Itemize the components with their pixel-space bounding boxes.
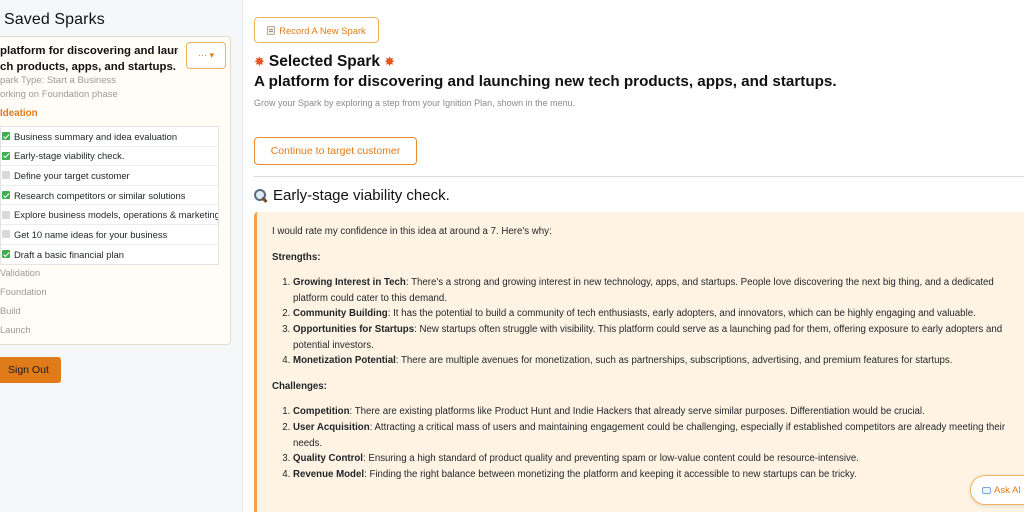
- phase-foundation[interactable]: Foundation: [0, 287, 47, 297]
- strengths-label: Strengths:: [272, 251, 321, 263]
- step-heading: Early-stage viability check.: [254, 187, 450, 204]
- phase-ideation[interactable]: Ideation: [0, 108, 38, 119]
- challenges-list: Competition: There are existing platform…: [293, 404, 1024, 482]
- spark-subtitle: Grow your Spark by exploring a step from…: [254, 98, 576, 108]
- strengths-list: Growing Interest in Tech: There's a stro…: [293, 275, 1024, 369]
- ai-response-panel: I would rate my confidence in this idea …: [254, 212, 1024, 512]
- chat-bubble-icon: [982, 486, 991, 494]
- saved-spark-card[interactable]: platform for discovering and launching n…: [0, 36, 231, 345]
- list-item: Monetization Potential: There are multip…: [293, 353, 1024, 369]
- list-item: User Acquisition: Attracting a critical …: [293, 420, 1024, 451]
- step-item-business-summary[interactable]: Business summary and idea evaluation: [1, 127, 218, 147]
- checkmark-icon: [2, 250, 10, 259]
- list-item: Growing Interest in Tech: There's a stro…: [293, 275, 1024, 306]
- sidebar: Saved Sparks platform for discovering an…: [0, 0, 243, 512]
- spark-title: A platform for discovering and launching…: [254, 73, 837, 90]
- step-label: Explore business models, operations & ma…: [14, 209, 218, 221]
- record-new-spark-button[interactable]: Record A New Spark: [254, 17, 379, 43]
- challenges-label: Challenges:: [272, 380, 327, 392]
- ai-response-text: I would rate my confidence in this idea …: [272, 224, 1024, 492]
- step-item-financial-plan[interactable]: Draft a basic financial plan: [1, 245, 218, 265]
- list-item: Revenue Model: Finding the right balance…: [293, 467, 1024, 483]
- step-label: Get 10 name ideas for your business: [14, 228, 168, 240]
- ideation-steps-list: Business summary and idea evaluation Ear…: [0, 126, 219, 266]
- step-heading-text: Early-stage viability check.: [273, 187, 450, 204]
- collision-icon: ✸: [254, 54, 265, 69]
- spark-options-button[interactable]: ··· ▾: [186, 42, 226, 69]
- phase-validation[interactable]: Validation: [0, 268, 40, 278]
- step-item-business-models[interactable]: Explore business models, operations & ma…: [1, 205, 218, 225]
- memo-icon: [267, 25, 276, 35]
- spark-type-text: park Type: Start a Business: [0, 75, 116, 86]
- spark-card-title-line-1: platform for discovering and launching n…: [0, 45, 178, 57]
- unchecked-box-icon: [2, 171, 10, 180]
- sidebar-title: Saved Sparks: [4, 11, 105, 28]
- step-item-competitors[interactable]: Research competitors or similar solution…: [1, 186, 218, 206]
- checkmark-icon: [2, 132, 10, 141]
- record-button-label: Record A New Spark: [279, 24, 366, 36]
- ask-ai-button[interactable]: Ask AI: [970, 475, 1024, 505]
- main-content: Record A New Spark ✸ Selected Spark ✸ A …: [243, 0, 1024, 512]
- collision-icon: ✸: [384, 54, 395, 69]
- spark-card-title[interactable]: platform for discovering and launching n…: [0, 43, 178, 75]
- checkmark-icon: [2, 191, 10, 200]
- selected-spark-label: Selected Spark: [268, 53, 381, 70]
- spark-card-title-line-2: ch products, apps, and startups.: [0, 61, 176, 73]
- step-label: Define your target customer: [14, 169, 130, 181]
- list-item: Competition: There are existing platform…: [293, 404, 1024, 420]
- list-item: Community Building: It has the potential…: [293, 306, 1024, 322]
- list-item: Opportunities for Startups: New startups…: [293, 322, 1024, 353]
- continue-button[interactable]: Continue to target customer: [254, 137, 417, 165]
- checkmark-icon: [2, 151, 10, 160]
- step-item-name-ideas[interactable]: Get 10 name ideas for your business: [1, 225, 218, 245]
- phase-launch[interactable]: Launch: [0, 325, 31, 335]
- step-label: Research competitors or similar solution…: [14, 189, 186, 201]
- step-label: Business summary and idea evaluation: [14, 130, 178, 142]
- section-divider: [254, 176, 1024, 177]
- step-item-viability-check[interactable]: Early-stage viability check.: [1, 147, 218, 167]
- selected-spark-heading: ✸ Selected Spark ✸: [254, 53, 395, 71]
- step-item-target-customer[interactable]: Define your target customer: [1, 166, 218, 186]
- ask-ai-label: Ask AI: [994, 484, 1021, 496]
- list-item: Quality Control: Ensuring a high standar…: [293, 451, 1024, 467]
- magnifier-icon: [254, 188, 268, 203]
- step-label: Draft a basic financial plan: [14, 248, 124, 260]
- response-intro: I would rate my confidence in this idea …: [272, 226, 552, 237]
- unchecked-box-icon: [2, 210, 10, 219]
- unchecked-box-icon: [2, 230, 10, 239]
- step-label: Early-stage viability check.: [14, 150, 125, 162]
- phase-build[interactable]: Build: [0, 306, 21, 316]
- spark-status-text: orking on Foundation phase: [0, 89, 118, 100]
- sign-out-button[interactable]: Sign Out: [0, 357, 61, 383]
